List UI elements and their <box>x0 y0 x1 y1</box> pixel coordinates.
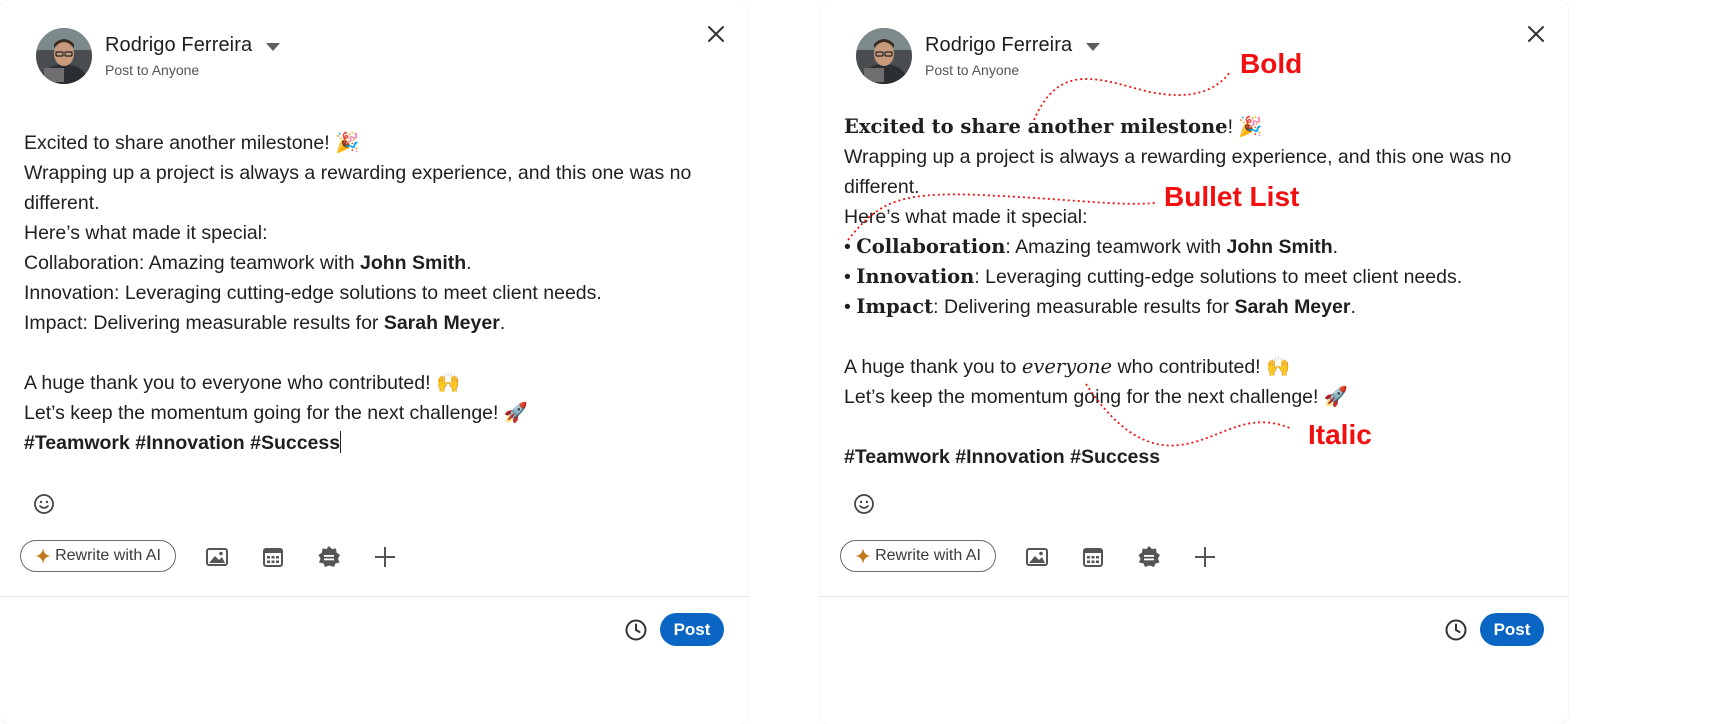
mention: Sarah Meyer <box>1234 296 1351 318</box>
bullet-item: • Collaboration: Amazing teamwork with J… <box>844 232 1544 262</box>
close-icon[interactable] <box>1522 20 1550 48</box>
text-span: Let’s keep the momentum going for the ne… <box>844 386 1324 408</box>
smiley-icon[interactable] <box>32 492 56 516</box>
sparkle-icon <box>855 548 872 564</box>
bold-text: Impact <box>856 295 934 318</box>
rocket-icon: 🚀 <box>1323 386 1349 408</box>
text-span: A huge thank you to <box>24 372 202 394</box>
bold-text: Innovation <box>856 265 975 288</box>
text-span: : Delivering measurable results for <box>933 296 1235 318</box>
post-composer-formatted: Rodrigo Ferreira Post to Anyone Excited … <box>820 0 1568 724</box>
text-span: who contributed! <box>1112 356 1267 378</box>
text-span: Collaboration <box>24 252 139 274</box>
bullet-item: • Innovation: Leveraging cutting-edge so… <box>844 262 1544 292</box>
text-line: Here’s what made it special: <box>24 222 268 244</box>
celebrate-badge-icon[interactable] <box>1136 544 1162 570</box>
text-span: . <box>466 252 472 274</box>
footer-divider <box>0 596 748 597</box>
calendar-icon[interactable] <box>1080 544 1106 570</box>
post-button[interactable]: Post <box>1480 613 1544 646</box>
sparkle-icon <box>35 548 52 564</box>
plus-icon[interactable] <box>1192 544 1218 570</box>
bullet: • <box>844 296 857 318</box>
footer-divider <box>820 596 1568 597</box>
text-span: Let’s keep the momentum going for the ne… <box>24 402 504 424</box>
clock-icon[interactable] <box>1444 618 1468 642</box>
mention: John Smith <box>1226 236 1333 258</box>
raised-hands-icon: 🙌 <box>435 372 461 394</box>
text-cursor <box>340 431 342 453</box>
bullet: • <box>844 266 857 288</box>
clock-icon[interactable] <box>624 618 648 642</box>
text-line: Excited to share another milestone! <box>24 132 336 154</box>
image-icon[interactable] <box>204 544 230 570</box>
avatar[interactable] <box>36 28 92 84</box>
text-span: . <box>1332 236 1339 258</box>
mention: John Smith <box>360 252 467 274</box>
text-span: A huge thank you to <box>844 356 1022 378</box>
text-span: Innovation <box>24 282 114 304</box>
party-popper-icon: 🎉 <box>1238 116 1263 138</box>
text-span: : Leveraging cutting-edge solutions to m… <box>974 266 1463 288</box>
bullet-item: • Impact: Delivering measurable results … <box>844 292 1544 322</box>
audience-label[interactable]: Post to Anyone <box>925 62 1019 78</box>
annotation-italic: Italic <box>1308 419 1372 450</box>
bold-text: Excited to share another milestone <box>844 115 1228 138</box>
post-editor[interactable]: Excited to share another milestone! 🎉 Wr… <box>844 112 1544 472</box>
chevron-down-icon[interactable] <box>266 43 280 51</box>
text-span: . <box>1350 296 1356 318</box>
audience-label[interactable]: Post to Anyone <box>105 62 199 78</box>
bullet: • <box>844 236 857 258</box>
post-editor[interactable]: Excited to share another milestone! 🎉 Wr… <box>24 128 724 458</box>
plus-icon[interactable] <box>372 544 398 570</box>
image-icon[interactable] <box>1024 544 1050 570</box>
post-composer-plain: Rodrigo Ferreira Post to Anyone Excited … <box>0 0 748 724</box>
calendar-icon[interactable] <box>260 544 286 570</box>
author-name[interactable]: Rodrigo Ferreira <box>105 34 252 57</box>
text-span: : Delivering measurable results for <box>82 312 384 334</box>
hashtags: #Teamwork #Innovation #Success <box>844 446 1161 468</box>
text-line: Wrapping up a project is always a reward… <box>24 162 692 214</box>
raised-hands-icon: 🙌 <box>1266 356 1291 378</box>
mention: Sarah Meyer <box>383 312 500 334</box>
rewrite-label: Rewrite with AI <box>875 547 981 564</box>
annotation-bullet-list: Bullet List <box>1164 181 1300 212</box>
avatar[interactable] <box>856 28 912 84</box>
text-span: : Amazing teamwork with <box>1005 236 1227 258</box>
rocket-icon: 🚀 <box>503 402 529 424</box>
celebrate-badge-icon[interactable] <box>316 544 342 570</box>
author-name[interactable]: Rodrigo Ferreira <box>925 34 1072 57</box>
close-icon[interactable] <box>702 20 730 48</box>
smiley-icon[interactable] <box>852 492 876 516</box>
rewrite-with-ai-button[interactable]: Rewrite with AI <box>840 540 996 572</box>
text-span: . <box>499 312 506 334</box>
bold-text: Collaboration <box>856 235 1006 258</box>
annotation-bold: Bold <box>1240 48 1303 79</box>
rewrite-with-ai-button[interactable]: Rewrite with AI <box>20 540 176 572</box>
chevron-down-icon[interactable] <box>1086 43 1100 51</box>
text-span: everyone <box>201 372 283 394</box>
rewrite-label: Rewrite with AI <box>55 547 161 564</box>
party-popper-icon: 🎉 <box>335 132 360 154</box>
italic-text: everyone <box>1021 355 1113 378</box>
hashtags: #Teamwork #Innovation #Success <box>24 432 341 454</box>
text-span: : Amazing teamwork with <box>138 252 360 274</box>
text-span: ! <box>1227 116 1239 138</box>
text-span: : Leveraging cutting-edge solutions to m… <box>114 282 602 304</box>
text-span: who contributed! <box>282 372 436 394</box>
text-span: Impact <box>24 312 83 334</box>
post-button[interactable]: Post <box>660 613 724 646</box>
